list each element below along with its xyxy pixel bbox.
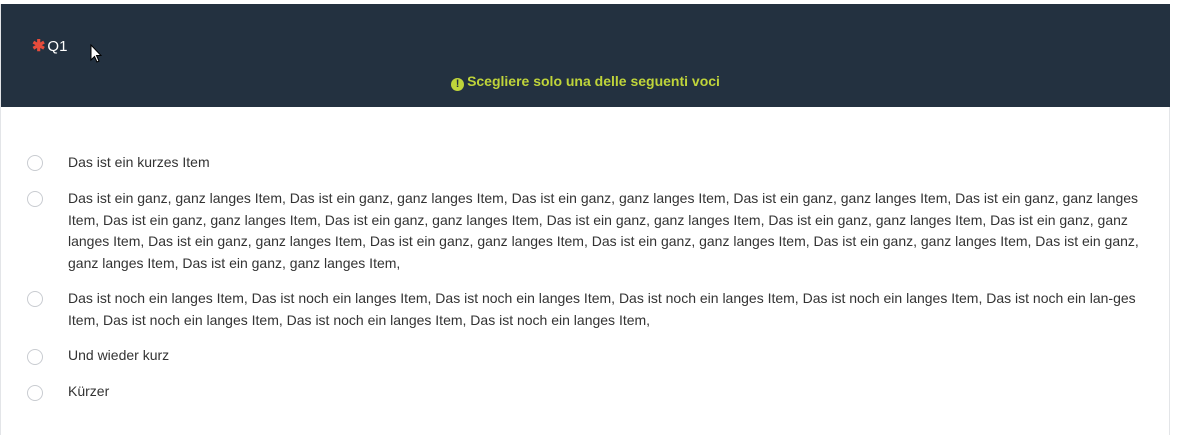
- answer-label[interactable]: Und wieder kurz: [68, 345, 1148, 367]
- radio-button[interactable]: [27, 291, 43, 307]
- radio-button[interactable]: [27, 349, 43, 365]
- hint-text: Scegliere solo una delle seguenti voci: [467, 73, 720, 89]
- question-code-label: Q1: [47, 38, 68, 55]
- radio-button[interactable]: [27, 191, 43, 207]
- question-hint: ! Scegliere solo una delle seguenti voci: [1, 73, 1170, 91]
- radio-button[interactable]: [27, 385, 43, 401]
- question-container: ✱ Q1 ! Scegliere solo una delle seguenti …: [0, 4, 1170, 435]
- question-header: ✱ Q1 ! Scegliere solo una delle seguenti …: [1, 4, 1170, 107]
- exclamation-circle-icon: !: [451, 78, 465, 91]
- answer-label[interactable]: Kürzer: [68, 381, 1148, 403]
- question-code: ✱ Q1: [32, 38, 67, 55]
- mouse-cursor-icon: [90, 44, 102, 63]
- answer-label[interactable]: Das ist noch ein langes Item, Das ist no…: [68, 288, 1148, 331]
- answer-label[interactable]: Das ist ein ganz, ganz langes Item, Das …: [68, 188, 1148, 274]
- mandatory-asterisk-icon: ✱: [32, 37, 46, 55]
- answer-label[interactable]: Das ist ein kurzes Item: [68, 152, 1148, 174]
- radio-button[interactable]: [27, 155, 43, 171]
